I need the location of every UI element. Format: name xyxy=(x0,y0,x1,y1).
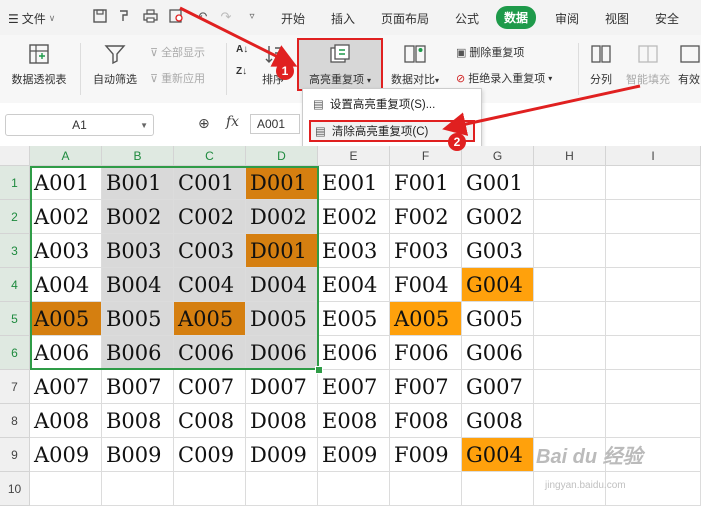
watermark-url: jingyan.baidu.com xyxy=(545,480,626,491)
step-badge-2: 2 xyxy=(448,133,466,151)
annotation-arrows xyxy=(179,6,641,136)
step-badge-1: 1 xyxy=(276,62,294,80)
watermark: Bai du 经验 xyxy=(536,446,643,468)
